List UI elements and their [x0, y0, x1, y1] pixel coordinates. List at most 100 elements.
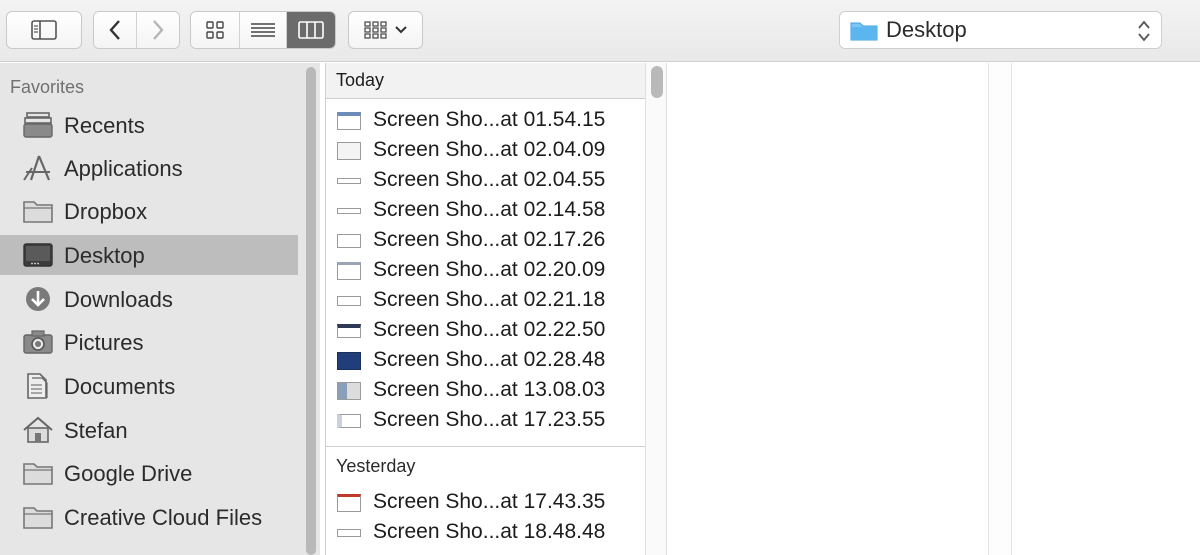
path-popup[interactable]: Desktop — [839, 11, 1162, 49]
sidebar-item-downloads[interactable]: Downloads — [0, 279, 298, 319]
group-header-label: Yesterday — [336, 456, 416, 476]
folder-icon — [23, 201, 53, 223]
sidebar-item-label: Stefan — [64, 418, 128, 443]
downloads-icon — [26, 287, 50, 311]
file-row[interactable]: Screen Sho...at 18.48.48 — [326, 517, 645, 547]
file-row[interactable]: Screen Sho...at 02.21.18 — [326, 285, 645, 315]
file-column: Today Screen Sho...at 01.54.15 Screen Sh… — [325, 63, 645, 555]
screenshot-thumbnail-icon — [337, 262, 361, 280]
folder-icon — [23, 507, 53, 529]
column-resize-gutter[interactable] — [645, 63, 667, 555]
file-row[interactable]: Screen Sho...at 17.23.55 — [326, 405, 645, 435]
screenshot-thumbnail-icon — [337, 296, 361, 306]
camera-icon — [23, 330, 53, 354]
folder-blue-icon — [850, 22, 878, 41]
sidebar-scrollbar[interactable] — [306, 67, 316, 555]
sidebar-item-recents[interactable]: Recents — [0, 105, 298, 145]
sidebar-item-desktop[interactable]: Desktop — [0, 235, 298, 275]
group-divider — [326, 446, 645, 447]
sidebar-item-stefan[interactable]: Stefan — [0, 410, 298, 450]
sidebar-item-label: Google Drive — [64, 461, 193, 486]
sidebar-item-creative-cloud-files[interactable]: Creative Cloud Files — [0, 497, 298, 537]
sidebar-item-label: Documents — [64, 374, 176, 399]
file-row[interactable]: Screen Sho...at 02.14.58 — [326, 195, 645, 225]
column-scrollbar[interactable] — [651, 66, 663, 98]
screenshot-thumbnail-icon — [337, 382, 361, 400]
sidebar-item-dropbox[interactable]: Dropbox — [0, 191, 298, 231]
screenshot-thumbnail-icon — [337, 142, 361, 160]
file-name: Screen Sho...at 02.21.18 — [373, 288, 606, 311]
screenshot-thumbnail-icon — [337, 208, 361, 214]
sidebar-item-label: Pictures — [64, 330, 144, 355]
up-down-chevron-icon — [1138, 20, 1150, 42]
list-icon — [251, 23, 275, 37]
file-name: Screen Sho...at 18.48.48 — [373, 520, 606, 543]
group-header-label: Today — [336, 70, 385, 90]
desktop-icon — [23, 243, 53, 267]
file-name: Screen Sho...at 17.23.55 — [373, 408, 606, 431]
column-resize-gutter[interactable] — [988, 63, 1012, 555]
file-row[interactable]: Screen Sho...at 02.20.09 — [326, 255, 645, 285]
file-row[interactable]: Screen Sho...at 13.08.03 — [326, 375, 645, 405]
file-row[interactable]: Screen Sho...at 02.04.09 — [326, 135, 645, 165]
sidebar-item-label: Downloads — [64, 287, 173, 312]
icon-view-button[interactable] — [191, 12, 240, 48]
file-name: Screen Sho...at 17.43.35 — [373, 490, 606, 513]
sidebar-item-label: Recents — [64, 113, 145, 138]
sidebar-item-documents[interactable]: Documents — [0, 366, 298, 406]
arrange-button[interactable] — [348, 11, 423, 49]
sidebar-item-pictures[interactable]: Pictures — [0, 322, 298, 362]
file-row[interactable]: Screen Sho...at 02.17.26 — [326, 225, 645, 255]
file-name: Screen Sho...at 02.22.50 — [373, 318, 606, 341]
documents-icon — [27, 373, 48, 399]
chevron-right-icon — [153, 20, 164, 40]
file-name: Screen Sho...at 13.08.03 — [373, 378, 606, 401]
chevron-left-icon — [109, 20, 120, 40]
view-mode-group — [190, 11, 336, 49]
folder-icon — [23, 463, 53, 485]
home-icon — [23, 416, 53, 443]
toolbar: Desktop — [0, 0, 1200, 62]
file-name: Screen Sho...at 02.14.58 — [373, 198, 606, 221]
sidebar-item-label: Applications — [64, 156, 183, 181]
file-row[interactable]: Screen Sho...at 17.43.35 — [326, 487, 645, 517]
file-name: Screen Sho...at 02.20.09 — [373, 258, 606, 281]
list-view-button[interactable] — [240, 12, 287, 48]
path-popup-label: Desktop — [886, 17, 967, 42]
sidebar-toggle-button[interactable] — [6, 11, 82, 49]
sidebar-item-label: Dropbox — [64, 199, 148, 224]
sidebar-item-label: Desktop — [64, 243, 145, 268]
file-row[interactable]: Screen Sho...at 02.22.50 — [326, 315, 645, 345]
screenshot-thumbnail-icon — [337, 112, 361, 130]
file-name: Screen Sho...at 02.04.09 — [373, 138, 606, 161]
screenshot-thumbnail-icon — [337, 234, 361, 248]
file-row[interactable]: Screen Sho...at 02.04.55 — [326, 165, 645, 195]
columns-icon — [298, 21, 324, 39]
screenshot-thumbnail-icon — [337, 529, 361, 537]
back-button[interactable] — [94, 12, 137, 48]
sidebar-section-favorites: Favorites — [10, 77, 85, 97]
sidebar: Favorites Recents Applications Dropbox D… — [0, 63, 320, 555]
forward-button[interactable] — [137, 12, 179, 48]
icon-grid-icon — [206, 21, 224, 39]
back-forward-group — [93, 11, 180, 49]
sidebar-item-label: Creative Cloud Files — [64, 505, 263, 530]
recents-icon — [23, 112, 53, 138]
group-header: Today — [326, 63, 645, 99]
arrange-grid-icon — [363, 21, 387, 39]
chevron-down-icon — [394, 26, 407, 34]
empty-column — [668, 63, 988, 555]
screenshot-thumbnail-icon — [337, 178, 361, 184]
file-row[interactable]: Screen Sho...at 01.54.15 — [326, 105, 645, 135]
file-name: Screen Sho...at 02.04.55 — [373, 168, 606, 191]
sidebar-item-applications[interactable]: Applications — [0, 148, 298, 188]
column-view-button[interactable] — [287, 12, 335, 48]
file-row[interactable]: Screen Sho...at 02.28.48 — [326, 345, 645, 375]
file-name: Screen Sho...at 02.17.26 — [373, 228, 606, 251]
screenshot-thumbnail-icon — [337, 414, 361, 428]
screenshot-thumbnail-icon — [337, 494, 361, 512]
file-name: Screen Sho...at 02.28.48 — [373, 348, 606, 371]
sidebar-item-google-drive[interactable]: Google Drive — [0, 453, 298, 493]
screenshot-thumbnail-icon — [337, 324, 361, 338]
screenshot-thumbnail-icon — [337, 352, 361, 370]
